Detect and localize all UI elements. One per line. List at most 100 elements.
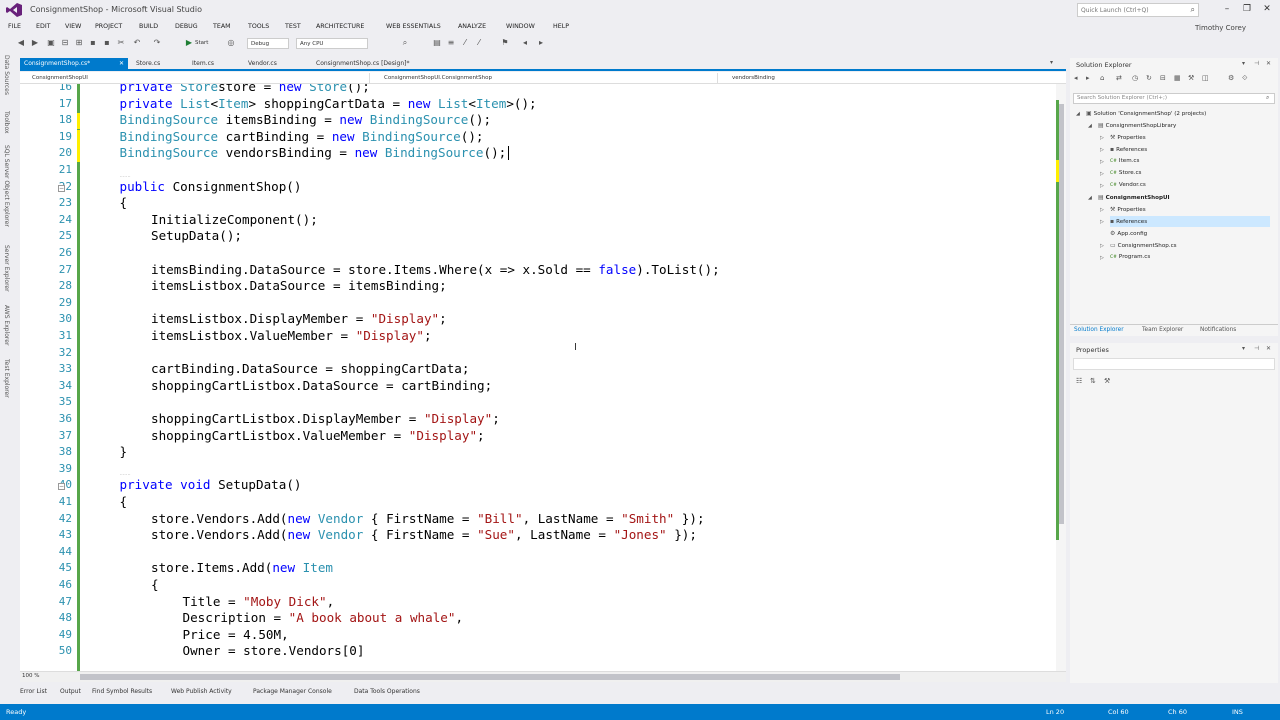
props-pin-icon[interactable]: ⊣: [1254, 345, 1259, 352]
tab-data-tools-operations[interactable]: Data Tools Operations: [354, 688, 420, 695]
code-line[interactable]: shoppingCartListbox.DisplayMember = "Dis…: [151, 411, 500, 426]
menu-test[interactable]: TEST: [285, 23, 301, 30]
open-file-icon[interactable]: ⊟: [60, 38, 70, 48]
expand-node-icon[interactable]: ▷: [1100, 135, 1104, 141]
editor-horizontal-scrollbar[interactable]: [20, 671, 1066, 682]
menu-tools[interactable]: TOOLS: [248, 23, 269, 30]
code-line[interactable]: Price = 4.50M,: [183, 627, 289, 642]
code-line[interactable]: BindingSource cartBinding = new BindingS…: [120, 129, 484, 144]
code-line[interactable]: shoppingCartListbox.ValueMember = "Displ…: [151, 428, 485, 443]
se-pending-changes-icon[interactable]: ◷: [1132, 74, 1138, 82]
se-forward-icon[interactable]: ▸: [1086, 74, 1090, 82]
undo-icon[interactable]: ↶: [132, 38, 142, 48]
layout-icon[interactable]: ▤: [432, 38, 442, 48]
code-line[interactable]: Title = "Moby Dick",: [183, 594, 335, 609]
se-preview-icon[interactable]: ◫: [1202, 74, 1209, 82]
code-line[interactable]: shoppingCartListbox.DataSource = cartBin…: [151, 378, 492, 393]
expand-node-icon[interactable]: ▷: [1100, 159, 1104, 165]
attach-icon[interactable]: ◎: [226, 38, 236, 48]
tab-error-list[interactable]: Error List: [20, 688, 47, 695]
menu-view[interactable]: VIEW: [65, 23, 81, 30]
tab-consignmentshop-cs[interactable]: ConsignmentShop.cs* ✕: [20, 58, 128, 69]
tab-output[interactable]: Output: [60, 688, 81, 695]
tree-item[interactable]: ▣ Solution 'ConsignmentShop' (2 projects): [1086, 108, 1270, 119]
menu-analyze[interactable]: ANALYZE: [458, 23, 486, 30]
se-home-icon[interactable]: ⌂: [1100, 74, 1104, 82]
tree-item[interactable]: ▤ ConsignmentShopUI: [1098, 192, 1270, 203]
tree-item[interactable]: C# Item.cs: [1110, 156, 1270, 167]
open-folder-icon[interactable]: ⊞: [74, 38, 84, 48]
code-line[interactable]: {: [151, 577, 159, 592]
tree-item[interactable]: ⚙ App.config: [1110, 228, 1270, 239]
test-explorer-tab[interactable]: Test Explorer: [3, 359, 10, 398]
code-line[interactable]: BindingSource vendorsBinding = new Bindi…: [120, 145, 507, 160]
expand-node-icon[interactable]: ▷: [1100, 243, 1104, 249]
categorized-icon[interactable]: ☷: [1076, 377, 1082, 385]
se-back-icon[interactable]: ◂: [1074, 74, 1078, 82]
hscroll-thumb[interactable]: [80, 674, 900, 680]
se-wrench-icon[interactable]: ⚙: [1228, 74, 1234, 82]
server-explorer-tab[interactable]: Server Explorer: [3, 245, 10, 292]
se-refresh-icon[interactable]: ↻: [1146, 74, 1152, 82]
user-name[interactable]: Timothy Corey: [1195, 24, 1246, 32]
project-dropdown[interactable]: ConsignmentShopUI: [20, 73, 370, 83]
tree-item[interactable]: C# Store.cs: [1110, 168, 1270, 179]
code-line[interactable]: private Storestore = new Store();: [120, 84, 370, 94]
tab-dropdown-icon[interactable]: ▾: [1050, 59, 1053, 66]
se-show-all-files-icon[interactable]: ▦: [1174, 74, 1181, 82]
data-sources-tab[interactable]: Data Sources: [3, 55, 10, 95]
tab-item-cs[interactable]: Item.cs: [188, 58, 242, 69]
expand-node-icon[interactable]: ▷: [1100, 183, 1104, 189]
zoom-level[interactable]: 100 %: [22, 673, 39, 679]
expand-node-icon[interactable]: ▷: [1100, 147, 1104, 153]
collapse-node-icon[interactable]: ◢: [1088, 123, 1092, 129]
tab-find-symbol-results[interactable]: Find Symbol Results: [92, 688, 152, 695]
code-line[interactable]: SetupData();: [151, 228, 242, 243]
minimize-button[interactable]: –: [1218, 2, 1236, 16]
se-properties-icon[interactable]: ⚒: [1188, 74, 1194, 82]
quick-launch-box[interactable]: ⌕: [1077, 3, 1199, 17]
bookmark-icon[interactable]: ⚑: [500, 38, 510, 48]
solution-search-input[interactable]: Search Solution Explorer (Ctrl+;): [1073, 93, 1275, 104]
platform-select[interactable]: Any CPU: [296, 38, 368, 49]
code-line[interactable]: store.Vendors.Add(new Vendor { FirstName…: [151, 511, 705, 526]
alphabetical-icon[interactable]: ⇅: [1090, 377, 1096, 385]
code-editor[interactable]: 16 17 18 19 20 21 22 23 24 25 26 27 28 29 30 31 32 33 34 35…: [20, 84, 1066, 671]
menu-build[interactable]: BUILD: [139, 23, 158, 30]
expand-node-icon[interactable]: ▷: [1100, 219, 1104, 225]
prev-bookmark-icon[interactable]: ◂: [520, 38, 530, 48]
props-close-icon[interactable]: ✕: [1266, 345, 1271, 352]
code-line[interactable]: Owner = store.Vendors[0]: [183, 643, 365, 658]
code-line[interactable]: itemsBinding.DataSource = store.Items.Wh…: [151, 262, 720, 277]
menu-window[interactable]: WINDOW: [506, 23, 535, 30]
pin-icon[interactable]: ⊣: [1254, 60, 1259, 67]
tree-item[interactable]: ▪ References: [1110, 144, 1270, 155]
tree-item[interactable]: ▪ References: [1110, 216, 1270, 227]
collapse-region-icon[interactable]: −: [58, 483, 65, 491]
tree-item[interactable]: C# Vendor.cs: [1110, 180, 1270, 191]
expand-node-icon[interactable]: ▷: [1100, 255, 1104, 261]
menu-edit[interactable]: EDIT: [36, 23, 51, 30]
tab-notifications[interactable]: Notifications: [1200, 327, 1236, 333]
menu-help[interactable]: HELP: [553, 23, 569, 30]
next-bookmark-icon[interactable]: ▸: [536, 38, 546, 48]
collapse-node-icon[interactable]: ◢: [1088, 195, 1092, 201]
code-line[interactable]: itemsListbox.DisplayMember = "Display";: [151, 311, 447, 326]
expand-node-icon[interactable]: ▷: [1100, 171, 1104, 177]
align-icon[interactable]: ≡: [446, 38, 456, 48]
code-line[interactable]: itemsListbox.ValueMember = "Display";: [151, 328, 432, 343]
properties-object-select[interactable]: [1073, 358, 1275, 370]
code-line[interactable]: {: [120, 195, 128, 210]
tree-item[interactable]: ⚒ Properties: [1110, 132, 1270, 143]
code-line[interactable]: Description = "A book about a whale",: [183, 610, 464, 625]
tab-web-publish-activity[interactable]: Web Publish Activity: [171, 688, 232, 695]
save-all-icon[interactable]: ▪: [102, 38, 112, 48]
redo-icon[interactable]: ↷: [152, 38, 162, 48]
code-line[interactable]: store.Vendors.Add(new Vendor { FirstName…: [151, 527, 697, 542]
props-dropdown-icon[interactable]: ▾: [1242, 345, 1245, 352]
comment-icon[interactable]: ⁄: [460, 38, 470, 48]
tab-store-cs[interactable]: Store.cs: [132, 58, 186, 69]
panel-dropdown-icon[interactable]: ▾: [1242, 60, 1245, 67]
close-button[interactable]: ✕: [1258, 2, 1276, 16]
cut-icon[interactable]: ✂: [116, 38, 126, 48]
